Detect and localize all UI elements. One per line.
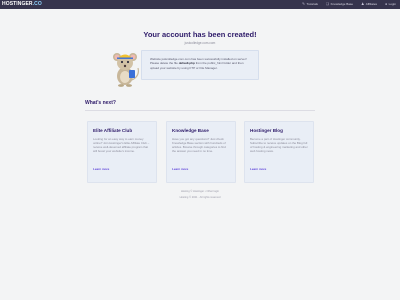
card-title: Elite Affiliate Club — [93, 128, 133, 133]
hostinger-logo[interactable]: HOSTINGER.CO — [2, 1, 42, 8]
nav-item-login[interactable]: ● Login — [385, 0, 396, 9]
nav-item-tutorials[interactable]: ✎ Tutorials — [302, 0, 318, 9]
nav-item-affiliates[interactable]: ♟ Affiliates — [361, 0, 377, 9]
nav-item-knowledge-base[interactable]: ❏ Knowledge Base — [326, 0, 353, 9]
section-divider — [85, 110, 315, 111]
account-domain: justcolledge.com.com — [184, 41, 216, 45]
page-title: Your account has been created! — [143, 30, 257, 39]
card-description: Have you got any questions? Just check K… — [172, 138, 226, 153]
card-title: Knowledge Base — [172, 128, 209, 133]
card-description: Looking for an easy way to earn money on… — [93, 138, 150, 153]
logo-tld: .CO — [32, 1, 42, 7]
top-navigation-bar: HOSTINGER.CO ✎ Tutorials ❏ Knowledge Bas… — [0, 0, 400, 9]
card-elite-affiliate-club: Elite Affiliate Club Looking for an easy… — [87, 121, 157, 183]
nav-label-login: Login — [388, 2, 396, 6]
learn-more-link[interactable]: Learn more — [172, 167, 230, 171]
card-knowledge-base: Knowledge Base Have you got any question… — [166, 121, 236, 183]
knowledge-base-icon: ❏ — [325, 2, 330, 6]
nav-label-knowledge-base: Knowledge Base — [330, 2, 354, 6]
mascot-illustration — [113, 53, 139, 87]
card-title: Hostinger Blog — [250, 128, 283, 133]
card-hostinger-blog: Hostinger Blog Become a part of Hostinge… — [244, 121, 314, 183]
logo-text: HOSTINGER — [2, 1, 33, 7]
login-icon: ● — [385, 2, 388, 6]
info-file-name: default.php — [178, 61, 195, 66]
learn-more-link[interactable]: Learn more — [93, 167, 151, 171]
footer-copyright: Hosting © 2021 · All rights reserved — [179, 196, 221, 199]
affiliates-icon: ♟ — [361, 2, 365, 6]
card-description: Become a part of Hostinger community. Su… — [250, 138, 308, 153]
whats-next-heading: What's next? — [85, 100, 116, 106]
nav-label-affiliates: Affiliates — [365, 2, 378, 6]
top-nav-menu: ✎ Tutorials ❏ Knowledge Base ♟ Affiliate… — [294, 0, 396, 9]
nav-label-tutorials: Tutorials — [306, 2, 318, 6]
learn-more-link[interactable]: Learn more — [250, 167, 308, 171]
tutorials-icon: ✎ — [302, 2, 306, 6]
footer-links[interactable]: Hosting © Hostinger • Other login — [0, 190, 400, 193]
install-info-box: Website justcolledge.com.com has been su… — [141, 50, 259, 80]
